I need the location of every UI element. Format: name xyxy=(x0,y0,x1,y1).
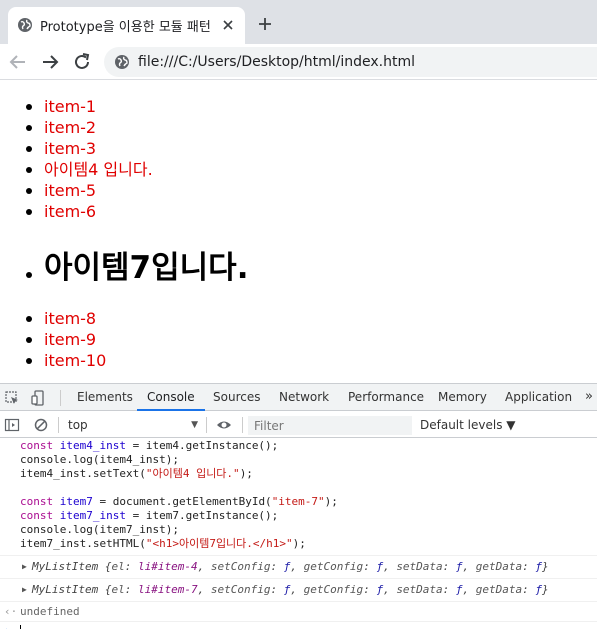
code-line: console.log(item7_inst); xyxy=(20,523,179,536)
prompt-chevron-icon: › xyxy=(4,624,11,629)
sidebar-toggle-icon[interactable] xyxy=(4,417,20,433)
filter-input[interactable] xyxy=(248,416,412,435)
list-item: item-1 xyxy=(20,96,153,117)
default-levels-dropdown[interactable]: Default levels ▼ xyxy=(420,416,516,434)
more-tabs-icon[interactable]: » xyxy=(585,389,593,404)
list-item: item-9 xyxy=(20,329,106,350)
tab-elements[interactable]: Elements xyxy=(77,384,133,411)
clear-console-icon[interactable] xyxy=(33,417,49,433)
list-item: item-2 xyxy=(20,117,153,138)
new-tab-icon[interactable] xyxy=(255,14,275,34)
divider xyxy=(242,417,243,433)
tab-performance[interactable]: Performance xyxy=(348,384,424,411)
browser-toolbar: file:///C:/Users/Desktop/html/index.html xyxy=(0,44,597,80)
tab-strip: Prototype을 이용한 모듈 패턴 xyxy=(0,0,597,44)
code-line: const item4_inst = item4.getInstance(); xyxy=(20,439,279,452)
forward-arrow-icon[interactable] xyxy=(38,50,62,74)
code-line: item4_inst.setText("아이템4 입니다."); xyxy=(20,467,253,480)
tab-title: Prototype을 이용한 모듈 패턴 xyxy=(40,20,211,35)
eye-icon[interactable] xyxy=(216,417,232,433)
list-item: item-8 xyxy=(20,308,106,329)
console-prompt[interactable]: › xyxy=(0,621,597,629)
code-line: console.log(item4_inst); xyxy=(20,453,179,466)
globe-icon xyxy=(18,18,32,32)
item7-heading: 아이템7입니다. xyxy=(20,246,248,290)
console-input-echo: const item4_inst = item4.getInstance(); … xyxy=(20,439,338,551)
address-bar[interactable]: file:///C:/Users/Desktop/html/index.html xyxy=(104,47,597,77)
console-output: const item4_inst = item4.getInstance(); … xyxy=(0,439,597,629)
chevron-down-icon: ▼ xyxy=(191,420,198,430)
device-toolbar-icon[interactable] xyxy=(30,390,46,406)
tab-application[interactable]: Application xyxy=(505,384,572,411)
log-text: MyListItem {el: li#item-7, setConfig: ƒ,… xyxy=(32,583,549,596)
globe-icon[interactable] xyxy=(114,54,130,70)
devtools-panel: Elements Console Sources Network Perform… xyxy=(0,383,597,629)
close-icon[interactable] xyxy=(219,16,237,34)
tab-sources[interactable]: Sources xyxy=(213,384,260,411)
divider xyxy=(60,390,61,406)
list-item: item-3 xyxy=(20,138,153,159)
tab-console[interactable]: Console xyxy=(137,384,205,411)
text-caret xyxy=(20,625,21,629)
list-item: item-10 xyxy=(20,350,106,371)
divider xyxy=(58,417,59,433)
reload-icon[interactable] xyxy=(70,50,94,74)
browser-tab[interactable]: Prototype을 이용한 모듈 패턴 xyxy=(8,7,245,44)
code-line: item7_inst.setHTML("<h1>아이템7입니다.</h1>"); xyxy=(20,537,306,550)
devtools-tabbar: Elements Console Sources Network Perform… xyxy=(0,384,597,411)
item-list-top: item-1 item-2 item-3 아이템4 입니다. item-5 it… xyxy=(20,96,153,222)
item-list-bottom: item-8 item-9 item-10 xyxy=(20,308,106,371)
result-text: undefined xyxy=(20,605,80,618)
page-content: item-1 item-2 item-3 아이템4 입니다. item-5 it… xyxy=(0,81,597,383)
context-select[interactable]: top ▼ xyxy=(64,416,200,434)
list-item: 아이템4 입니다. xyxy=(20,159,153,180)
console-result: ‹· undefined xyxy=(0,601,597,621)
tab-memory[interactable]: Memory xyxy=(438,384,487,411)
list-item: item-6 xyxy=(20,201,153,222)
context-value: top xyxy=(68,418,88,432)
tab-network[interactable]: Network xyxy=(279,384,329,411)
url-text[interactable]: file:///C:/Users/Desktop/html/index.html xyxy=(138,54,415,70)
console-log-entry[interactable]: ▶ MyListItem {el: li#item-7, setConfig: … xyxy=(0,578,597,600)
list-item: item-5 xyxy=(20,180,153,201)
result-arrow-icon: ‹· xyxy=(4,605,18,618)
code-line: const item7_inst = item7.getInstance(); xyxy=(20,509,279,522)
console-toolbar: top ▼ Default levels ▼ xyxy=(0,412,597,438)
code-line: const item7 = document.getElementById("i… xyxy=(20,495,338,508)
expand-triangle-icon[interactable]: ▶ xyxy=(22,579,27,601)
back-arrow-icon[interactable] xyxy=(6,50,30,74)
console-log-entry[interactable]: ▶ MyListItem {el: li#item-4, setConfig: … xyxy=(0,555,597,577)
expand-triangle-icon[interactable]: ▶ xyxy=(22,556,27,578)
log-text: MyListItem {el: li#item-4, setConfig: ƒ,… xyxy=(32,560,549,573)
divider xyxy=(206,417,207,433)
inspect-element-icon[interactable] xyxy=(4,390,20,406)
